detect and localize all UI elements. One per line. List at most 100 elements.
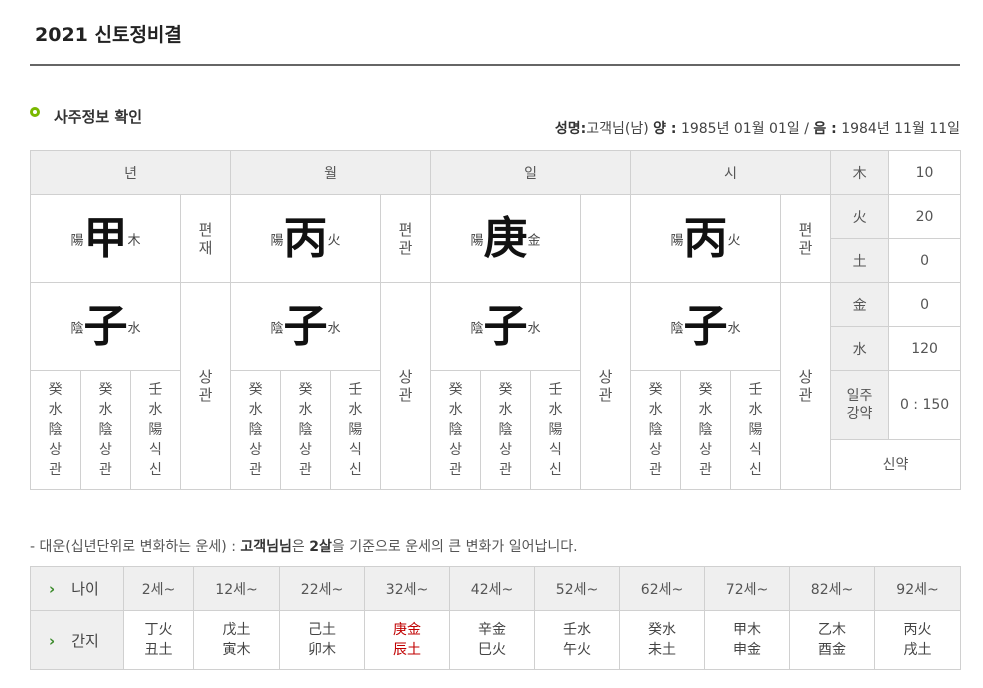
hidden-stem-char: 水 xyxy=(348,402,363,418)
hidden-stem-char: 癸 xyxy=(698,382,713,398)
branch-char: 子 xyxy=(283,300,328,352)
hidden-stem: 癸水陰상관 xyxy=(680,371,731,489)
stem-yinyang: 陽 xyxy=(470,233,484,248)
ganji-bottom: 辰土 xyxy=(393,642,421,658)
hidden-stem: 壬水陽식신 xyxy=(129,371,180,489)
ganji-top: 丁火 xyxy=(144,622,173,638)
daeun-ganji: 辛金 巳火 xyxy=(449,610,535,670)
vertical-char: 상 xyxy=(398,368,413,386)
hidden-stem-char: 식 xyxy=(749,442,762,458)
stem-element: 火 xyxy=(727,233,741,248)
ganji-bottom: 午火 xyxy=(563,642,591,658)
hidden-stem-char: 水 xyxy=(548,402,563,418)
branch-relation: 상관 xyxy=(179,282,232,490)
branch-element: 水 xyxy=(727,321,741,336)
daeun-age: 72세~ xyxy=(704,566,790,611)
branch-relation: 상관 xyxy=(580,282,632,490)
daeun-ganji: 壬水 午火 xyxy=(534,610,620,670)
stem-char: 甲 xyxy=(83,212,128,264)
daeun-age: 52세~ xyxy=(534,566,620,611)
hidden-stem-char: 관 xyxy=(449,462,463,478)
hidden-stem: 癸水陰상관 xyxy=(80,371,131,489)
heavenly-stem-cell: 陽庚金 xyxy=(430,194,582,283)
chevron-right-icon: › xyxy=(49,580,56,598)
hidden-stem-char: 상 xyxy=(449,442,463,458)
vertical-char: 관 xyxy=(198,386,213,404)
hidden-stems-table: 癸水陰상관癸水陰상관壬水陽식신 xyxy=(31,371,180,489)
section-title: 사주정보 확인 xyxy=(54,108,143,126)
stem-yinyang: 陽 xyxy=(670,233,684,248)
ganji-row: › 간지 丁火 丑土 戊土 寅木 己土 卯木 庚金 辰土 辛金 巳火 壬水 午火 癸水 未土 甲木 申金 乙木 酉金丙… xyxy=(30,610,961,670)
daeun-ganji: 丙火 戌土 xyxy=(874,610,961,670)
person-info: 성명:고객님(남) 양 : 1985년 01월 01일 / 음 : 1984년 … xyxy=(555,118,960,138)
ganji-top: 乙木 xyxy=(818,622,846,638)
hidden-stem-char: 陰 xyxy=(648,422,663,438)
element-name: 土 xyxy=(830,238,890,283)
daeun-age: 62세~ xyxy=(619,566,705,611)
hidden-stem: 壬水陽식신 xyxy=(329,371,381,489)
hidden-stem-char: 관 xyxy=(249,462,263,478)
stem-char: 丙 xyxy=(283,212,328,264)
heavenly-stem-cell: 陽丙火 xyxy=(230,194,382,283)
heavenly-stem-cell: 陽丙火 xyxy=(630,194,782,283)
ganji-bottom: 巳火 xyxy=(478,642,506,658)
hidden-stem-char: 陰 xyxy=(248,422,263,438)
ganji-bottom: 酉金 xyxy=(818,642,846,658)
daeun-age: 92세~ xyxy=(874,566,961,611)
lunar-date: 1984년 11월 11일 xyxy=(841,121,960,137)
hidden-stem-char: 상 xyxy=(99,442,112,458)
branch-yinyang: 陰 xyxy=(670,321,684,336)
strength-label: 일주 강약 xyxy=(830,370,890,440)
hidden-stem: 癸水陰상관 xyxy=(280,371,331,489)
earthly-branch-cell: 陰子水 xyxy=(30,282,181,371)
ganji-bottom: 戌土 xyxy=(903,642,932,658)
daeun-note-suffix: 을 기준으로 운세의 큰 변화가 일어납니다. xyxy=(331,539,578,555)
vertical-char: 재 xyxy=(198,238,213,257)
hidden-stem-char: 癸 xyxy=(48,382,63,398)
branch-row: 陰子水 상 관 陰子水 상 관 陰子水 상 관 陰子水 상 관 金 0 xyxy=(30,282,962,490)
daeun-age: 2세~ xyxy=(123,566,194,611)
age-label: 나이 xyxy=(71,580,99,598)
daeun-note-prefix: - 대운(십년단위로 변화하는 운세) : xyxy=(30,539,241,555)
vertical-char: 상 xyxy=(198,368,213,386)
strength-result: 신약 xyxy=(830,438,962,491)
stem-relation xyxy=(580,194,632,283)
hidden-stem-char: 壬 xyxy=(348,382,363,398)
hidden-stem-char: 陰 xyxy=(98,422,113,438)
hidden-stem-char: 상 xyxy=(49,442,63,458)
stem-element: 木 xyxy=(127,233,141,248)
branch-yinyang: 陰 xyxy=(70,321,84,336)
vertical-char: 관 xyxy=(798,238,813,257)
hidden-stems-cell: 癸水陰상관癸水陰상관壬水陽식신 xyxy=(630,370,782,490)
hidden-stem-char: 신 xyxy=(548,462,562,478)
branch-yinyang: 陰 xyxy=(470,321,484,336)
earthly-branch-cell: 陰子水 xyxy=(230,282,382,371)
hidden-stem-char: 상 xyxy=(299,442,312,458)
ganji-top: 癸水 xyxy=(648,622,676,638)
hidden-stem-char: 관 xyxy=(299,462,312,478)
ganji-top: 戊土 xyxy=(222,622,251,638)
hidden-stems-table: 癸水陰상관癸水陰상관壬水陽식신 xyxy=(231,371,381,489)
element-value: 120 xyxy=(888,326,962,371)
hidden-stem-char: 陽 xyxy=(548,422,563,438)
hidden-stems-cell: 癸水陰상관癸水陰상관壬水陽식신 xyxy=(230,370,382,490)
vertical-char: 관 xyxy=(398,238,413,257)
daeun-age: 42세~ xyxy=(449,566,535,611)
strength-ratio: 0 : 150 xyxy=(888,370,962,440)
daeun-ganji: 己土 卯木 xyxy=(279,610,365,670)
hidden-stem: 癸水陰상관 xyxy=(231,371,282,489)
ganji-top: 甲木 xyxy=(733,622,761,638)
ganji-bottom: 卯木 xyxy=(308,642,336,658)
stem-char: 庚 xyxy=(483,212,528,264)
hidden-stem: 癸水陰상관 xyxy=(431,371,482,489)
branch-yinyang: 陰 xyxy=(270,321,284,336)
chevron-right-icon: › xyxy=(49,631,56,650)
stem-element: 金 xyxy=(527,233,541,248)
hidden-stem-char: 陰 xyxy=(498,422,513,438)
ganji-top: 丙火 xyxy=(903,622,932,638)
earthly-branch-cell: 陰子水 xyxy=(430,282,582,371)
page-title: 2021 신토정비결 xyxy=(35,24,182,46)
hidden-stem-char: 관 xyxy=(49,462,63,478)
ganji-top: 己土 xyxy=(308,622,336,638)
hidden-stem-char: 陽 xyxy=(748,422,763,438)
